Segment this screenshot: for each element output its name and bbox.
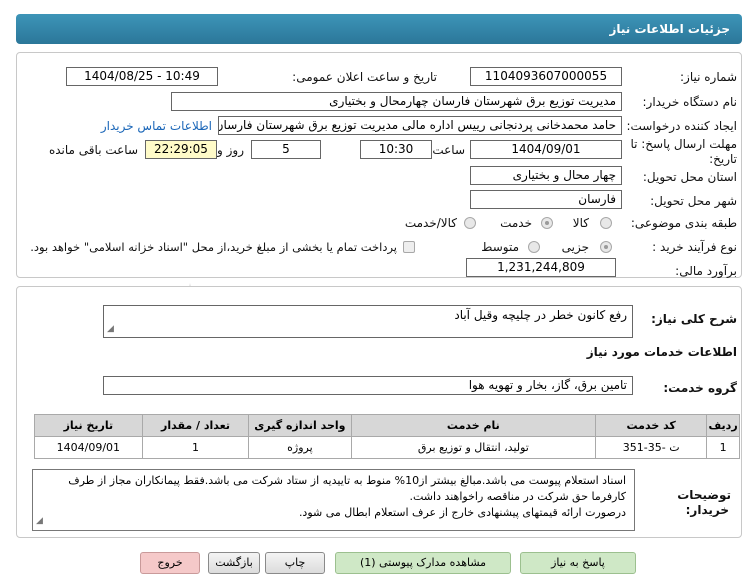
resize-handle-icon[interactable]: ◢ bbox=[36, 513, 43, 529]
category-label: طبقه بندی موضوعی: bbox=[630, 216, 737, 230]
buyer-org-field: مدیریت توزیع برق شهرستان فارسان چهارمحال… bbox=[171, 92, 622, 111]
province-field: چهار محال و بختیاری bbox=[470, 166, 622, 185]
need-number-label: شماره نیاز: bbox=[680, 70, 737, 84]
col-service-code: کد خدمت bbox=[595, 414, 708, 437]
col-quantity: تعداد / مقدار bbox=[141, 414, 250, 437]
deadline-time-field: 10:30 bbox=[360, 140, 432, 159]
services-section-title: اطلاعات خدمات مورد نیاز bbox=[586, 345, 737, 359]
announce-date-label: تاریخ و ساعت اعلان عمومی: bbox=[292, 70, 437, 84]
category-goods-label: کالا bbox=[572, 216, 589, 230]
service-group-label: گروه خدمت: bbox=[663, 381, 737, 395]
cell-service-name: تولید، انتقال و توزیع برق bbox=[350, 436, 597, 459]
remaining-time-field: 22:29:05 bbox=[145, 140, 217, 159]
need-number-field: 1104093607000055 bbox=[470, 67, 622, 86]
buyer-notes-label-1: توضیحات bbox=[677, 488, 731, 502]
announce-date-field: 1404/08/25 - 10:49 bbox=[66, 67, 218, 86]
remaining-days-field: 5 bbox=[251, 140, 321, 159]
process-medium-radio[interactable] bbox=[528, 241, 540, 253]
category-service-label: خدمت bbox=[500, 216, 532, 230]
col-service-name: نام خدمت bbox=[350, 414, 597, 437]
budget-label: برآورد مالی: bbox=[675, 264, 737, 278]
service-group-field: تامین برق، گاز، بخار و تهویه هوا bbox=[103, 376, 633, 395]
process-medium-label: متوسط bbox=[481, 240, 519, 254]
contact-buyer-link[interactable]: اطلاعات تماس خریدار bbox=[101, 119, 212, 133]
treasury-payment-checkbox[interactable] bbox=[403, 241, 415, 253]
city-label: شهر محل تحویل: bbox=[650, 194, 737, 208]
buyer-notes-label-2: خریدار: bbox=[685, 503, 729, 517]
deadline-date-label: تاریخ: bbox=[709, 152, 737, 166]
cell-need-date: 1404/09/01 bbox=[34, 436, 143, 459]
reply-button[interactable]: پاسخ به نیاز bbox=[520, 552, 636, 574]
back-button[interactable]: بازگشت bbox=[208, 552, 260, 574]
col-row: ردیف bbox=[706, 414, 740, 437]
cell-row: 1 bbox=[706, 436, 740, 459]
category-goods-service-label: کالا/خدمت bbox=[404, 216, 457, 230]
deadline-date-field: 1404/09/01 bbox=[470, 140, 622, 159]
buyer-notes-field: اسناد استعلام پیوست می باشد.مبالغ بیشتر … bbox=[32, 469, 635, 531]
summary-label: شرح کلی نیاز: bbox=[651, 312, 737, 326]
buyer-notes-line: درصورت ارائه قیمتهای پیشنهادی خارج از عر… bbox=[298, 506, 626, 519]
col-need-date: تاریخ نیاز bbox=[34, 414, 143, 437]
budget-field: 1,231,244,809 bbox=[466, 258, 616, 277]
city-field: فارسان bbox=[470, 190, 622, 209]
remaining-time-label: ساعت باقی مانده bbox=[48, 143, 138, 157]
category-goods-service-radio[interactable] bbox=[464, 217, 476, 229]
summary-field: رفع کانون خطر در چلیچه وقیل آباد ◢ bbox=[103, 305, 633, 338]
cell-unit: پروژه bbox=[248, 436, 352, 459]
creator-label: ایجاد کننده درخواست: bbox=[626, 119, 737, 133]
services-table: ردیف کد خدمت نام خدمت واحد اندازه گیری ت… bbox=[34, 414, 740, 459]
resize-handle-icon[interactable]: ◢ bbox=[107, 322, 114, 336]
process-minor-radio[interactable] bbox=[600, 241, 612, 253]
col-unit: واحد اندازه گیری bbox=[248, 414, 352, 437]
cell-service-code: ت -35-351 bbox=[595, 436, 708, 459]
summary-text: رفع کانون خطر در چلیچه وقیل آباد bbox=[454, 308, 627, 322]
exit-button[interactable]: خروج bbox=[140, 552, 200, 574]
creator-field: حامد محمدخانی پردنجانی رییس اداره مالی م… bbox=[218, 116, 622, 135]
buyer-notes-line: کارفرما حق شرکت در مناقصه راخواهند داشت. bbox=[409, 490, 627, 503]
services-table-header: ردیف کد خدمت نام خدمت واحد اندازه گیری ت… bbox=[34, 414, 740, 437]
buyer-org-label: نام دستگاه خریدار: bbox=[642, 95, 738, 109]
page-title: جزئیات اطلاعات نیاز bbox=[609, 22, 730, 36]
page-header: جزئیات اطلاعات نیاز bbox=[16, 14, 742, 44]
deadline-time-label: ساعت bbox=[432, 143, 465, 157]
process-label: نوع فرآیند خرید : bbox=[652, 240, 737, 254]
deadline-label: مهلت ارسال پاسخ: تا bbox=[630, 137, 737, 151]
cell-quantity: 1 bbox=[141, 436, 250, 459]
view-attachments-button[interactable]: مشاهده مدارک پیوستی (1) bbox=[335, 552, 511, 574]
treasury-payment-note: پرداخت تمام یا بخشی از مبلغ خرید،از محل … bbox=[30, 240, 397, 254]
table-row: 1 ت -35-351 تولید، انتقال و توزیع برق پر… bbox=[34, 436, 740, 459]
buyer-notes-line: اسناد استعلام پیوست می باشد.مبالغ بیشتر … bbox=[68, 474, 626, 487]
category-goods-radio[interactable] bbox=[600, 217, 612, 229]
print-button[interactable]: چاپ bbox=[265, 552, 325, 574]
province-label: استان محل تحویل: bbox=[642, 170, 737, 184]
process-minor-label: جزیی bbox=[561, 240, 589, 254]
remaining-days-label: روز و bbox=[217, 143, 244, 157]
category-service-radio[interactable] bbox=[541, 217, 553, 229]
